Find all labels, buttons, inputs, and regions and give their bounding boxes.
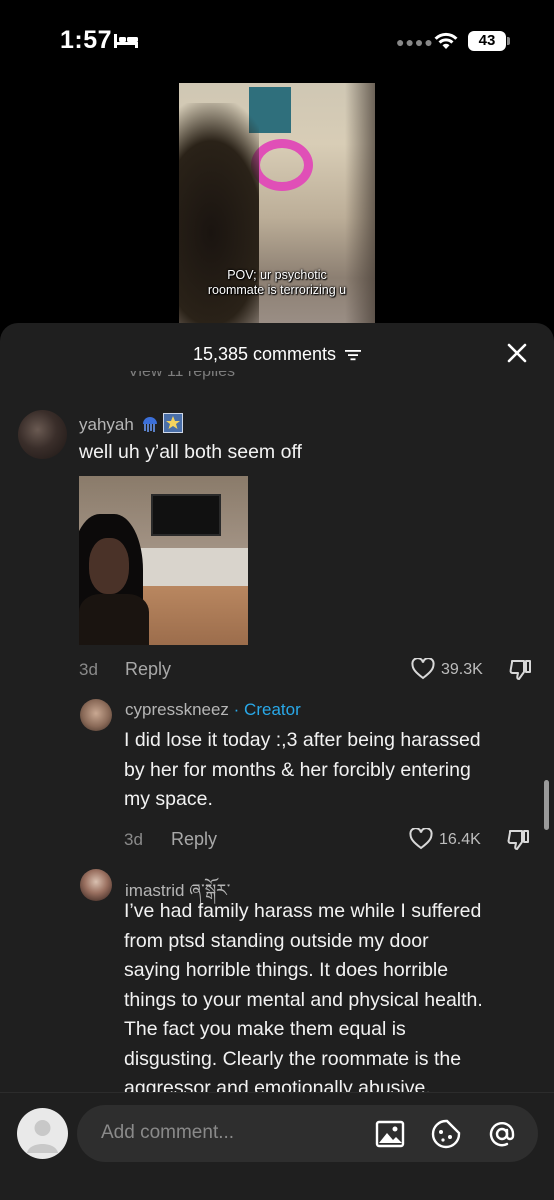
reply-button[interactable]: Reply	[125, 659, 171, 680]
image-tv	[151, 494, 221, 536]
default-avatar-icon	[27, 1120, 58, 1153]
comment-username[interactable]: cypresskneez · Creator	[125, 700, 301, 720]
comment-username[interactable]: yahyah	[79, 413, 184, 435]
comment-input[interactable]: Add comment...	[77, 1105, 538, 1162]
video-caption-line: POV; ur psychotic	[227, 268, 327, 282]
comment-text: I’ve had family harass me while I suffer…	[124, 900, 483, 1099]
image-person-body	[79, 594, 149, 645]
video-ring-light	[251, 139, 313, 191]
scrollbar[interactable]	[544, 780, 549, 830]
wifi-icon	[434, 32, 458, 49]
like-count: 39.3K	[441, 661, 483, 678]
comments-sheet: 15,385 comments View 11 replies yahyah w…	[0, 323, 554, 1200]
heart-icon[interactable]	[411, 658, 435, 680]
jellyfish-emoji-icon	[142, 417, 157, 432]
sort-filter-icon[interactable]	[345, 349, 362, 361]
comment-age: 3d	[79, 660, 98, 679]
comment-image[interactable]	[79, 476, 248, 645]
image-person-face	[89, 538, 129, 594]
sheet-header: 15,385 comments	[0, 323, 554, 383]
video-caption: POV; ur psychotic roommate is terrorizin…	[179, 268, 375, 298]
comment-text: I did lose it today :,3 after being hara…	[124, 729, 481, 810]
close-icon[interactable]	[506, 342, 528, 364]
battery-indicator: 43	[468, 31, 506, 51]
avatar[interactable]	[80, 699, 112, 731]
comments-count[interactable]: 15,385 comments	[0, 344, 554, 365]
star-emoji-icon	[163, 413, 184, 433]
like-count: 16.4K	[439, 831, 481, 848]
mention-icon[interactable]	[487, 1119, 517, 1149]
sleep-focus-icon	[114, 34, 138, 48]
view-replies-link[interactable]: View 11 replies	[128, 371, 235, 381]
sticker-icon[interactable]	[431, 1119, 461, 1149]
dislike-icon[interactable]	[506, 828, 530, 852]
comment-composer-bar: Add comment...	[0, 1092, 554, 1200]
image-icon[interactable]	[375, 1119, 405, 1149]
comment-age: 3d	[124, 830, 143, 849]
my-avatar[interactable]	[17, 1108, 68, 1159]
avatar[interactable]	[80, 869, 112, 901]
status-bar: 1:57 ●●●● 43	[0, 0, 554, 80]
comment-text: well uh y’all both seem off	[79, 441, 302, 463]
video-caption-line: roommate is terrorizing u	[207, 283, 347, 297]
heart-icon[interactable]	[409, 828, 433, 850]
dislike-icon[interactable]	[508, 658, 532, 682]
signal-icon: ●●●●	[396, 34, 434, 50]
battery-tip	[507, 37, 510, 45]
avatar[interactable]	[18, 410, 67, 459]
comments-count-label: 15,385 comments	[192, 344, 337, 364]
status-time: 1:57	[60, 26, 113, 54]
reply-button[interactable]: Reply	[171, 829, 217, 850]
comment-placeholder: Add comment...	[101, 1122, 235, 1143]
video-preview[interactable]: POV; ur psychotic roommate is terrorizin…	[179, 83, 375, 327]
creator-badge: · Creator	[228, 700, 301, 719]
